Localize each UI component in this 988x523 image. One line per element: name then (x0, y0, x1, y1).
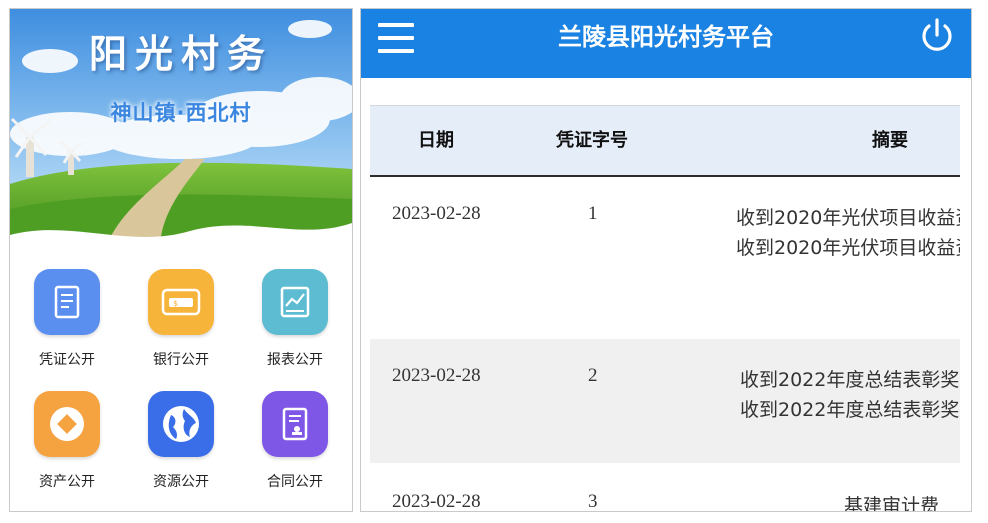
app-bar: 兰陵县阳光村务平台 (361, 9, 971, 78)
village-home-screen: 阳光村务 神山镇·西北村 凭证公开 $ 银行公开 报表公开 资产公开 资源公开 … (9, 8, 353, 512)
cell-voucher-no: 1 (588, 203, 598, 224)
asset-coin-icon[interactable] (34, 391, 100, 457)
cell-summary-line: 收到2022年度总结表彰奖励 (740, 399, 960, 421)
tile-label: 合同公开 (267, 474, 323, 490)
tile-label: 资产公开 (39, 474, 95, 490)
cell-summary-line: 基建审计费 (844, 495, 940, 512)
cell-voucher-no: 2 (588, 365, 598, 386)
app-title: 兰陵县阳光村务平台 (558, 23, 774, 51)
tile-label: 报表公开 (267, 352, 323, 368)
voucher-table: 日期 凭证字号 摘要 2023-02-28 1 收到2020年光伏项目收益资 收… (370, 105, 960, 512)
tile-voucher-disclosure[interactable]: 凭证公开 (10, 267, 124, 389)
table-header: 日期 凭证字号 摘要 (370, 105, 960, 177)
tile-label: 资源公开 (153, 474, 209, 490)
report-chart-icon[interactable] (262, 269, 328, 335)
power-icon[interactable] (917, 15, 957, 55)
column-header-voucher-no: 凭证字号 (556, 130, 628, 151)
banner-title: 阳光村务 (88, 31, 273, 76)
svg-text:$: $ (173, 299, 178, 308)
tile-asset-disclosure[interactable]: 资产公开 (10, 389, 124, 511)
cell-date: 2023-02-28 (392, 491, 481, 512)
globe-icon[interactable] (148, 391, 214, 457)
cell-summary-line: 收到2022年度总结表彰奖励 (740, 369, 960, 391)
table-row[interactable]: 2023-02-28 3 基建审计费 (370, 463, 960, 512)
cell-voucher-no: 3 (588, 491, 598, 512)
cell-summary-line: 收到2020年光伏项目收益资 (736, 237, 960, 259)
column-header-date: 日期 (418, 130, 454, 151)
tile-bank-disclosure[interactable]: $ 银行公开 (124, 267, 238, 389)
bank-card-icon[interactable]: $ (148, 269, 214, 335)
banner: 阳光村务 神山镇·西北村 (10, 9, 352, 249)
tile-report-disclosure[interactable]: 报表公开 (238, 267, 352, 389)
banner-subtitle: 神山镇·西北村 (110, 101, 252, 125)
tile-resource-disclosure[interactable]: 资源公开 (124, 389, 238, 511)
receipt-icon[interactable] (34, 269, 100, 335)
contract-icon[interactable] (262, 391, 328, 457)
tile-contract-disclosure[interactable]: 合同公开 (238, 389, 352, 511)
table-row[interactable]: 2023-02-28 1 收到2020年光伏项目收益资 收到2020年光伏项目收… (370, 179, 960, 339)
tile-label: 凭证公开 (39, 352, 95, 368)
column-header-summary: 摘要 (872, 130, 908, 151)
cell-summary-line: 收到2020年光伏项目收益资 (736, 207, 960, 229)
table-row[interactable]: 2023-02-28 2 收到2022年度总结表彰奖励 收到2022年度总结表彰… (370, 339, 960, 463)
cell-date: 2023-02-28 (392, 203, 481, 224)
cell-date: 2023-02-28 (392, 365, 481, 386)
voucher-list-screen: 兰陵县阳光村务平台 日期 凭证字号 摘要 2023-02-28 1 收到2020… (360, 8, 972, 512)
feature-grid: 凭证公开 $ 银行公开 报表公开 资产公开 资源公开 合同公开 (10, 267, 352, 511)
tile-label: 银行公开 (153, 352, 209, 368)
